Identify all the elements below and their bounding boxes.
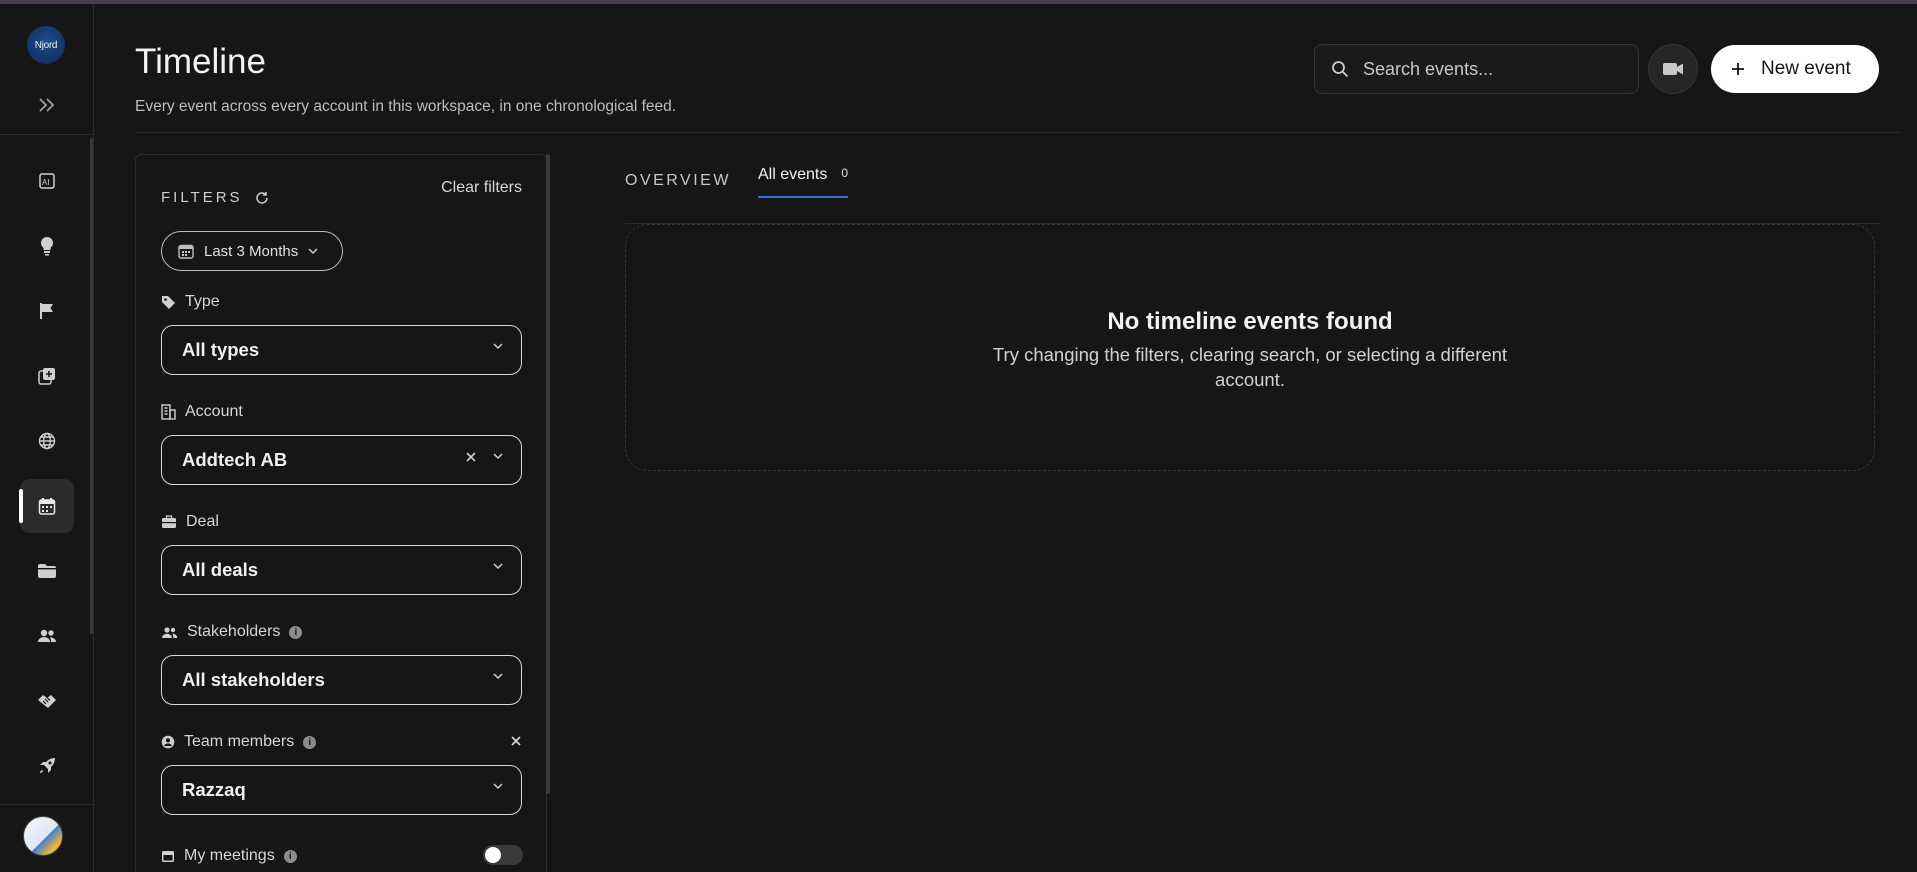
clear-filters-button[interactable]: Clear filters [441,179,522,197]
info-icon[interactable]: i [303,735,317,749]
tag-icon [161,295,176,310]
people-icon [161,626,178,639]
chevron-down-icon [493,783,503,790]
deal-label-text: Deal [186,513,219,530]
rocket-icon [38,757,56,775]
refresh-icon[interactable] [255,191,269,205]
chevron-down-icon [493,453,503,460]
lightbulb-icon [39,236,55,256]
calendar-icon [38,497,56,515]
stakeholders-label-text: Stakeholders [187,623,281,640]
plus-icon [1731,62,1745,76]
building-icon [161,404,176,420]
sidebar-scrollbar[interactable] [90,138,93,634]
calendar-icon [161,849,175,863]
handshake-icon [37,693,57,709]
date-range-picker[interactable]: Last 3 Months [161,231,343,271]
info-icon[interactable]: i [289,625,303,639]
page-subtitle: Every event across every account in this… [135,98,677,115]
empty-state-message: Try changing the filters, clearing searc… [992,344,1508,390]
type-select-value: All types [182,339,260,360]
logo-text: Njord [34,39,58,51]
my-meetings-label-text: My meetings [184,847,275,864]
new-event-label: New event [1761,58,1851,79]
sidebar-item-deals[interactable] [20,674,74,728]
stakeholders-select-value: All stakeholders [182,669,325,690]
deal-select[interactable]: All deals [161,545,522,595]
sidebar: Njord AI [0,4,94,872]
tab-all-events-label: All events [758,166,828,183]
header-divider [135,132,1900,133]
sidebar-item-files[interactable] [20,544,74,598]
flag-icon [39,302,55,320]
sidebar-item-insights[interactable] [20,219,74,273]
svg-text:AI: AI [42,178,50,187]
my-meetings-label: My meetings i [161,847,297,865]
calendar-icon [178,243,194,259]
search-box[interactable] [1314,44,1639,94]
folder-icon [37,563,57,579]
team-members-filter-label: Team members i [161,733,317,751]
sidebar-item-launch[interactable] [20,739,74,793]
ai-report-icon: AI [38,172,56,190]
empty-state: No timeline events found Try changing th… [625,224,1875,471]
deal-select-value: All deals [182,559,259,580]
sidebar-item-web[interactable] [20,414,74,468]
clear-team-members-icon[interactable] [510,735,522,747]
sidebar-item-milestones[interactable] [20,284,74,338]
window-top-bar [0,0,1917,4]
chevron-down-icon [493,343,503,350]
stakeholders-select[interactable]: All stakeholders [161,655,522,705]
sidebar-item-contacts[interactable] [20,609,74,663]
filters-scrollbar[interactable] [546,154,550,794]
expand-sidebar-icon[interactable] [34,92,60,118]
account-select-value: Addtech AB [182,449,288,470]
sidebar-item-add[interactable] [20,349,74,403]
my-meetings-toggle[interactable] [483,845,523,865]
people-icon [37,628,57,644]
account-select[interactable]: Addtech AB [161,435,522,485]
briefcase-icon [161,515,177,529]
team-members-select[interactable]: Razzaq [161,765,522,815]
video-meeting-button[interactable] [1648,44,1698,94]
account-filter-label: Account [161,403,243,421]
chevron-down-icon [493,563,503,570]
clear-account-icon[interactable] [465,451,477,463]
add-copy-icon [38,367,56,385]
search-input[interactable] [1363,58,1603,80]
type-label-text: Type [185,293,220,310]
user-circle-icon [161,735,175,749]
tab-all-events[interactable]: All events 0 [758,166,849,198]
chevron-down-icon [308,247,318,255]
search-icon [1331,60,1349,78]
video-camera-icon [1662,61,1684,77]
sidebar-divider [0,134,94,135]
filters-header: FILTERS [161,189,269,206]
account-label-text: Account [185,403,243,420]
filters-heading: FILTERS [161,189,243,206]
type-filter-label: Type [161,293,220,311]
chevron-down-icon [493,673,503,680]
sidebar-item-timeline[interactable] [19,479,74,533]
team-members-select-value: Razzaq [182,779,246,800]
workspace-logo[interactable]: Njord [27,26,65,64]
sidebar-bottom-divider [0,804,94,805]
type-select[interactable]: All types [161,325,522,375]
date-range-value: Last 3 Months [204,242,299,260]
filters-panel: FILTERS Clear filters Last 3 Months Type… [135,154,547,872]
tab-overview[interactable]: OVERVIEW [625,172,731,190]
user-avatar[interactable] [23,816,63,856]
deal-filter-label: Deal [161,513,219,531]
page-title: Timeline [135,42,266,81]
new-event-button[interactable]: New event [1711,45,1879,93]
empty-state-title: No timeline events found [1107,308,1393,335]
all-events-count-badge: 0 [841,166,849,180]
stakeholders-filter-label: Stakeholders i [161,623,303,641]
sidebar-item-ai-reports[interactable]: AI [20,154,74,208]
info-icon[interactable]: i [283,849,297,863]
globe-icon [38,432,56,450]
team-members-label-text: Team members [184,733,295,750]
